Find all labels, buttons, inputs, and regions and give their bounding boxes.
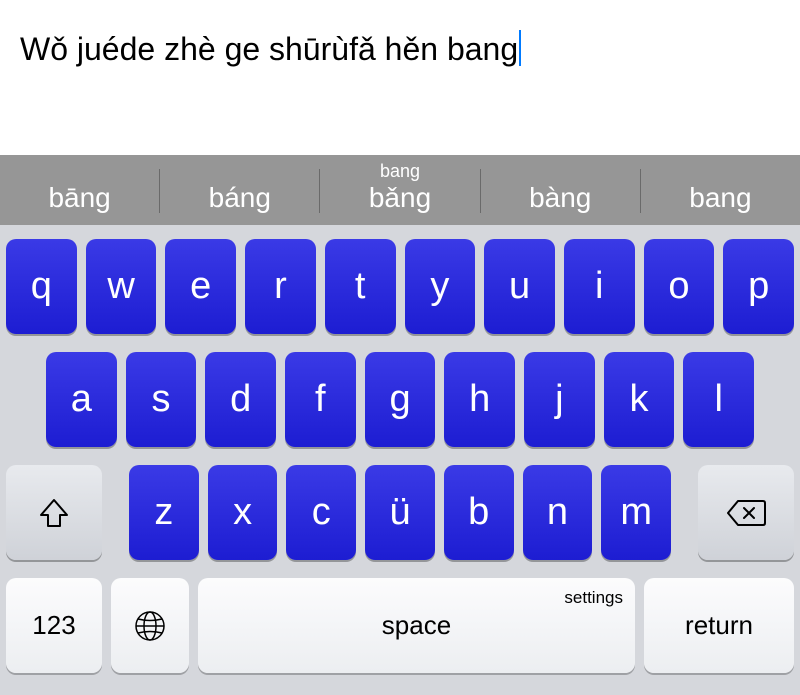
keyboard-row-2: a s d f g h j k l	[6, 352, 794, 447]
candidate-typed-empty	[160, 161, 319, 181]
input-text: Wǒ juéde zhè ge shūrùfǎ hěn bang	[20, 31, 518, 67]
keyboard-row-3: z x c ü b n m	[6, 465, 794, 560]
candidate-bar: bāng báng bang bǎng bàng bang	[0, 155, 800, 225]
candidate-typed-empty	[481, 161, 640, 181]
key-w[interactable]: w	[86, 239, 157, 334]
keyboard-row-3-letters: z x c ü b n m	[129, 465, 671, 560]
numbers-key[interactable]: 123	[6, 578, 102, 673]
key-z[interactable]: z	[129, 465, 199, 560]
key-p[interactable]: p	[723, 239, 794, 334]
candidate-label: bàng	[481, 181, 640, 215]
candidate-label: bāng	[0, 181, 159, 215]
candidate-typed-empty	[641, 161, 800, 181]
candidate-1[interactable]: bāng	[0, 155, 159, 217]
text-cursor	[519, 30, 521, 66]
keyboard-row-1: q w e r t y u i o p	[6, 239, 794, 334]
space-label: space	[382, 610, 451, 641]
key-a[interactable]: a	[46, 352, 117, 447]
key-y[interactable]: y	[405, 239, 476, 334]
key-b[interactable]: b	[444, 465, 514, 560]
key-g[interactable]: g	[365, 352, 436, 447]
backspace-icon	[726, 498, 766, 528]
candidate-label: bǎng	[320, 181, 479, 215]
candidate-typed-empty	[0, 161, 159, 181]
key-c[interactable]: c	[286, 465, 356, 560]
key-e[interactable]: e	[165, 239, 236, 334]
candidate-typed: bang	[320, 161, 479, 181]
keyboard-row-4: 123 settings space return	[6, 578, 794, 673]
key-i[interactable]: i	[564, 239, 635, 334]
key-s[interactable]: s	[126, 352, 197, 447]
key-f[interactable]: f	[285, 352, 356, 447]
return-key[interactable]: return	[644, 578, 794, 673]
key-j[interactable]: j	[524, 352, 595, 447]
shift-key[interactable]	[6, 465, 102, 560]
key-r[interactable]: r	[245, 239, 316, 334]
candidate-4[interactable]: bàng	[481, 155, 640, 217]
globe-key[interactable]	[111, 578, 189, 673]
key-q[interactable]: q	[6, 239, 77, 334]
key-n[interactable]: n	[523, 465, 593, 560]
shift-icon	[36, 495, 72, 531]
candidate-label: báng	[160, 181, 319, 215]
key-l[interactable]: l	[683, 352, 754, 447]
key-k[interactable]: k	[604, 352, 675, 447]
key-u[interactable]: u	[484, 239, 555, 334]
key-u-umlaut[interactable]: ü	[365, 465, 435, 560]
delete-key[interactable]	[698, 465, 794, 560]
settings-label: settings	[564, 588, 623, 608]
candidate-3[interactable]: bang bǎng	[320, 155, 479, 217]
key-d[interactable]: d	[205, 352, 276, 447]
key-o[interactable]: o	[644, 239, 715, 334]
key-x[interactable]: x	[208, 465, 278, 560]
space-key[interactable]: settings space	[198, 578, 635, 673]
candidate-5[interactable]: bang	[641, 155, 800, 217]
key-t[interactable]: t	[325, 239, 396, 334]
key-h[interactable]: h	[444, 352, 515, 447]
text-input-area[interactable]: Wǒ juéde zhè ge shūrùfǎ hěn bang	[0, 0, 800, 155]
keyboard: q w e r t y u i o p a s d f g h j k l z …	[0, 225, 800, 695]
globe-icon	[132, 608, 168, 644]
key-m[interactable]: m	[601, 465, 671, 560]
candidate-2[interactable]: báng	[160, 155, 319, 217]
candidate-label: bang	[641, 181, 800, 215]
